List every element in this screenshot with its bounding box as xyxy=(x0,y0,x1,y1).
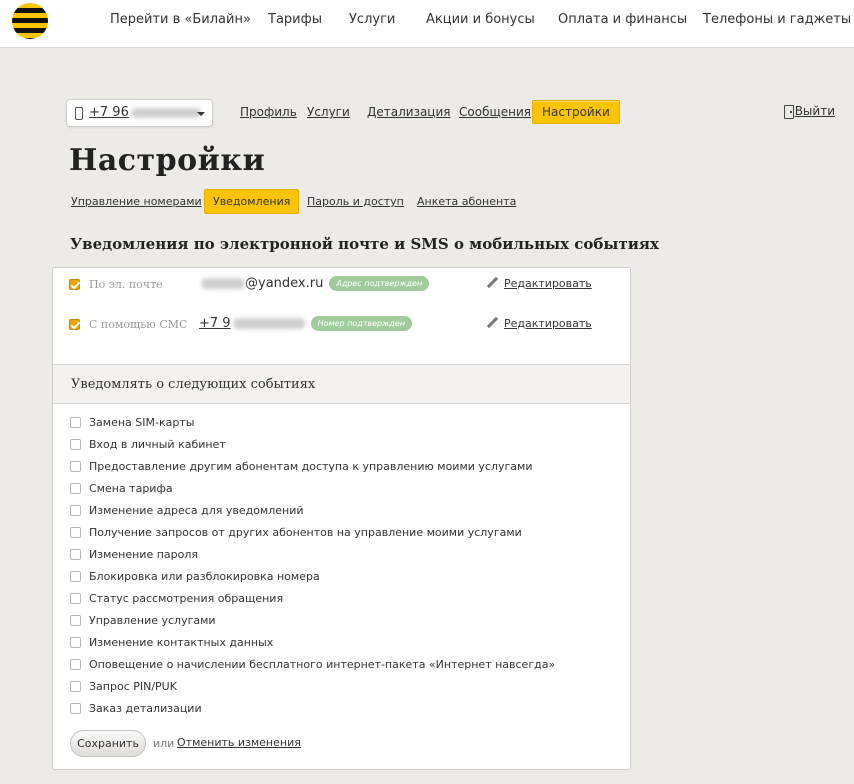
events-header-title: Уведомлять о следующих событиях xyxy=(71,377,316,392)
contact-row-email: По эл. почте @yandex.ru Адрес подтвержден… xyxy=(69,276,609,296)
topnav-promotions[interactable]: Акции и бонусы xyxy=(426,12,535,27)
event-checkbox[interactable] xyxy=(70,593,81,604)
list-item[interactable]: Изменение пароля xyxy=(70,548,590,564)
status-badge: Адрес подтвержден xyxy=(329,276,430,291)
event-checkbox[interactable] xyxy=(70,637,81,648)
mobile-phone-icon xyxy=(75,107,83,120)
topnav-go-beeline[interactable]: Перейти в «Билайн» xyxy=(110,12,251,27)
list-item[interactable]: Изменение контактных данных xyxy=(70,636,590,652)
notifications-card: По эл. почте @yandex.ru Адрес подтвержден… xyxy=(52,267,631,770)
topnav-phones[interactable]: Телефоны и гаджеты xyxy=(703,12,851,27)
event-checkbox[interactable] xyxy=(70,417,81,428)
topnav-tariffs[interactable]: Тарифы xyxy=(268,12,322,27)
beeline-logo-icon[interactable] xyxy=(12,3,48,39)
status-badge: Номер подтвержден xyxy=(310,316,412,331)
pencil-icon xyxy=(487,317,499,329)
logout-link[interactable]: Выйти xyxy=(795,104,835,118)
subnav-messages[interactable]: Сообщения xyxy=(459,105,531,119)
tab-subscriber-profile[interactable]: Анкета абонента xyxy=(417,195,516,208)
list-item[interactable]: Изменение адреса для уведомлений xyxy=(70,504,590,520)
list-item[interactable]: Предоставление другим абонентам доступа … xyxy=(70,460,590,476)
event-checkbox[interactable] xyxy=(70,527,81,538)
topnav-services[interactable]: Услуги xyxy=(349,12,395,27)
tab-manage-numbers[interactable]: Управление номерами xyxy=(71,195,202,208)
list-item[interactable]: Управление услугами xyxy=(70,614,590,630)
list-item[interactable]: Смена тарифа xyxy=(70,482,590,498)
or-text: или xyxy=(153,737,175,750)
cancel-changes-link[interactable]: Отменить изменения xyxy=(177,736,301,749)
list-item[interactable]: Блокировка или разблокировка номера xyxy=(70,570,590,586)
chevron-down-icon[interactable] xyxy=(197,112,205,116)
list-item[interactable]: Оповещение о начислении бесплатного инте… xyxy=(70,658,590,674)
events-header: Уведомлять о следующих событиях xyxy=(53,364,630,404)
contact-label: С помощью СМС xyxy=(89,318,188,331)
logout-door-icon[interactable] xyxy=(784,105,794,119)
event-checkbox[interactable] xyxy=(70,461,81,472)
section-title: Уведомления по электронной почте и SMS о… xyxy=(70,235,659,253)
event-checkbox[interactable] xyxy=(70,483,81,494)
event-checkbox[interactable] xyxy=(70,703,81,714)
subnav-details[interactable]: Детализация xyxy=(367,105,451,119)
email-value: @yandex.ru Адрес подтвержден xyxy=(199,276,430,291)
list-item[interactable]: Вход в личный кабинет xyxy=(70,438,590,454)
tab-password-access[interactable]: Пароль и доступ xyxy=(307,195,404,208)
phone-number-select[interactable]: +7 96 xyxy=(66,99,213,127)
event-checkbox[interactable] xyxy=(70,659,81,670)
tab-notifications[interactable]: Уведомления xyxy=(204,189,300,214)
event-checkbox[interactable] xyxy=(70,549,81,560)
top-bar: Перейти в «Билайн» Тарифы Услуги Акции и… xyxy=(0,0,854,48)
email-checkbox[interactable] xyxy=(69,279,80,290)
contact-row-sms: С помощью СМС +7 9 Номер подтвержден Реда… xyxy=(69,316,609,336)
event-checkbox[interactable] xyxy=(70,571,81,582)
list-item[interactable]: Запрос PIN/PUK xyxy=(70,680,590,696)
subnav-services[interactable]: Услуги xyxy=(307,105,350,119)
list-item[interactable]: Получение запросов от других абонентов н… xyxy=(70,526,590,542)
page-title: Настройки xyxy=(69,143,266,178)
list-item[interactable]: Заказ детализации xyxy=(70,702,590,718)
sms-value: +7 9 Номер подтвержден xyxy=(199,316,412,331)
event-checkbox[interactable] xyxy=(70,439,81,450)
event-checkbox[interactable] xyxy=(70,681,81,692)
subnav-profile[interactable]: Профиль xyxy=(240,105,297,119)
selected-phone-number: +7 96 xyxy=(89,105,201,120)
sms-checkbox[interactable] xyxy=(69,319,80,330)
event-checkbox[interactable] xyxy=(70,505,81,516)
subnav-settings[interactable]: Настройки xyxy=(532,100,620,124)
pencil-icon xyxy=(487,277,499,289)
edit-email-link[interactable]: Редактировать xyxy=(487,277,592,290)
list-item[interactable]: Замена SIM-карты xyxy=(70,416,590,432)
contact-label: По эл. почте xyxy=(89,278,163,291)
edit-sms-link[interactable]: Редактировать xyxy=(487,317,592,330)
save-button[interactable]: Сохранить xyxy=(70,730,146,757)
list-item[interactable]: Статус рассмотрения обращения xyxy=(70,592,590,608)
topnav-payment[interactable]: Оплата и финансы xyxy=(558,12,687,27)
event-checkbox[interactable] xyxy=(70,615,81,626)
